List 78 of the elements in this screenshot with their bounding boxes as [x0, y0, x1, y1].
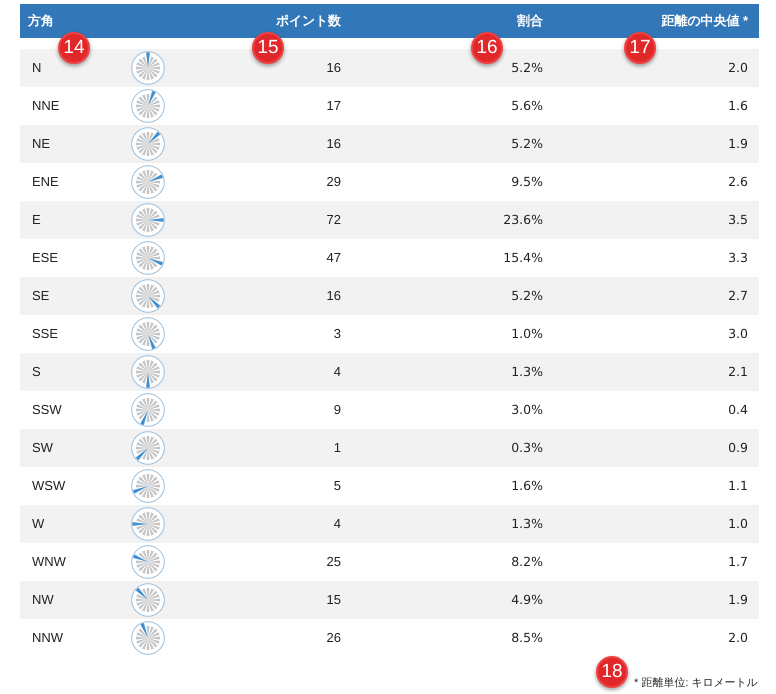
compass-icon: [131, 279, 165, 313]
median-distance: 0.4: [728, 400, 749, 419]
point-count: 16: [326, 287, 342, 306]
point-count: 3: [334, 325, 342, 344]
direction-label: WSW: [31, 477, 66, 496]
direction-label: NW: [31, 591, 54, 610]
share-value: 5.2%: [511, 286, 544, 305]
compass-icon: [131, 431, 165, 465]
compass-icon: [131, 127, 165, 161]
point-count: 1: [334, 439, 342, 458]
point-count: 26: [326, 629, 342, 648]
share-value: 3.0%: [511, 400, 544, 419]
column-header: 方角: [26, 12, 54, 30]
median-distance: 0.9: [728, 438, 749, 457]
median-distance: 2.0: [728, 628, 749, 647]
point-count: 4: [334, 363, 342, 382]
median-distance: 2.0: [728, 58, 749, 77]
direction-label: E: [31, 211, 41, 230]
column-header: 距離の中央値 *: [661, 12, 749, 30]
direction-label: ENE: [31, 173, 59, 192]
share-value: 5.2%: [511, 58, 544, 77]
point-count: 9: [334, 401, 342, 420]
compass-icon: [131, 51, 165, 85]
number-badge: 18: [596, 656, 628, 688]
share-value: 1.3%: [511, 362, 544, 381]
direction-label: W: [31, 515, 44, 534]
point-count: 17: [326, 97, 342, 116]
direction-label: NNW: [31, 629, 64, 648]
median-distance: 2.6: [728, 172, 749, 191]
median-distance: 3.3: [728, 248, 749, 267]
column-header: 割合: [517, 12, 544, 30]
median-distance: 1.1: [728, 476, 749, 495]
point-count: 47: [326, 249, 342, 268]
direction-label: SSE: [31, 325, 58, 344]
compass-icon: [131, 355, 165, 389]
direction-label: S: [31, 363, 41, 382]
share-value: 5.2%: [511, 134, 544, 153]
median-distance: 1.9: [728, 134, 749, 153]
point-count: 72: [326, 211, 342, 230]
footnote: * 距離単位: キロメートル: [634, 676, 758, 691]
direction-label: NNE: [31, 97, 60, 116]
direction-label: ESE: [31, 249, 58, 268]
point-count: 15: [326, 591, 342, 610]
direction-label: SSW: [31, 401, 62, 420]
median-distance: 2.7: [728, 286, 749, 305]
point-count: 29: [326, 173, 342, 192]
direction-label: N: [31, 59, 42, 78]
share-value: 15.4%: [503, 248, 544, 267]
share-value: 1.0%: [511, 324, 544, 343]
median-distance: 1.6: [728, 96, 749, 115]
point-count: 5: [334, 477, 342, 496]
direction-label: SE: [31, 287, 50, 306]
share-value: 8.5%: [511, 628, 544, 647]
share-value: 1.3%: [511, 514, 544, 533]
direction-label: NE: [31, 135, 50, 154]
point-count: 16: [326, 59, 342, 78]
compass-icon: [131, 507, 165, 541]
median-distance: 2.1: [728, 362, 749, 381]
median-distance: 1.7: [728, 552, 749, 571]
share-value: 9.5%: [511, 172, 544, 191]
point-count: 4: [334, 515, 342, 534]
compass-icon: [131, 583, 165, 617]
median-distance: 3.5: [728, 210, 749, 229]
direction-label: WNW: [31, 553, 66, 572]
share-value: 0.3%: [511, 438, 544, 457]
column-header: ポイント数: [276, 12, 342, 30]
median-distance: 1.0: [728, 514, 749, 533]
share-value: 8.2%: [511, 552, 544, 571]
share-value: 1.6%: [511, 476, 544, 495]
share-value: 5.6%: [511, 96, 544, 115]
point-count: 16: [326, 135, 342, 154]
median-distance: 3.0: [728, 324, 749, 343]
compass-icon: [131, 203, 165, 237]
direction-label: SW: [31, 439, 53, 458]
share-value: 23.6%: [503, 210, 544, 229]
share-value: 4.9%: [511, 590, 544, 609]
median-distance: 1.9: [728, 590, 749, 609]
point-count: 25: [326, 553, 342, 572]
